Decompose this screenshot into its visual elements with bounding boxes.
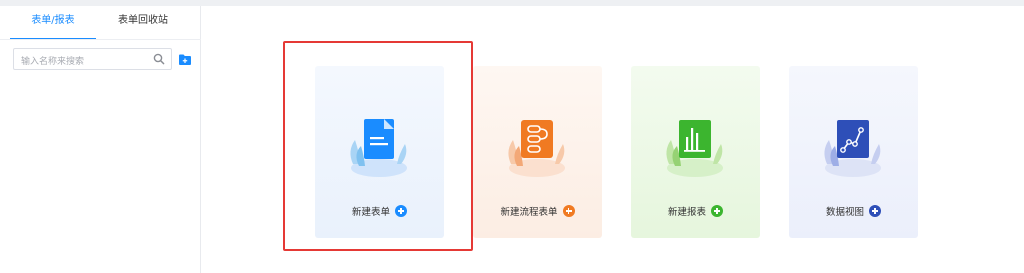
- tab-recycle-bin[interactable]: 表单回收站: [100, 6, 186, 40]
- new-report-label-row: 新建报表: [631, 204, 760, 218]
- new-form-label-row: 新建表单: [315, 204, 444, 218]
- tab-forms-reports[interactable]: 表单/报表: [10, 6, 96, 40]
- workflow-icon: [508, 120, 565, 177]
- new-workflow-form-label-row: 新建流程表单: [473, 204, 602, 218]
- new-workflow-form-label: 新建流程表单: [500, 207, 558, 218]
- data-view-card[interactable]: 数据视图: [789, 66, 918, 238]
- data-view-label-row: 数据视图: [789, 204, 918, 218]
- form-document-icon: [350, 119, 407, 177]
- search-icon[interactable]: [153, 53, 165, 65]
- new-report-card[interactable]: 新建报表: [631, 66, 760, 238]
- bar-chart-icon: [666, 120, 723, 177]
- search-box: [13, 48, 172, 72]
- tab-divider: [0, 39, 201, 40]
- plus-icon[interactable]: [562, 205, 575, 217]
- sidebar-tabs: 表单/报表 表单回收站: [0, 6, 201, 40]
- new-workflow-form-card[interactable]: 新建流程表单: [473, 66, 602, 238]
- search-input[interactable]: [21, 52, 153, 72]
- plus-icon[interactable]: [869, 205, 881, 217]
- line-graph-icon: [824, 120, 881, 177]
- new-folder-icon[interactable]: [179, 54, 191, 65]
- new-report-label: 新建报表: [667, 207, 706, 218]
- new-form-card[interactable]: 新建表单: [315, 66, 444, 238]
- data-view-label: 数据视图: [825, 207, 864, 218]
- sidebar: 表单/报表 表单回收站: [0, 6, 201, 273]
- plus-icon[interactable]: [395, 205, 407, 217]
- plus-icon[interactable]: [711, 205, 723, 217]
- new-form-label: 新建表单: [351, 207, 390, 218]
